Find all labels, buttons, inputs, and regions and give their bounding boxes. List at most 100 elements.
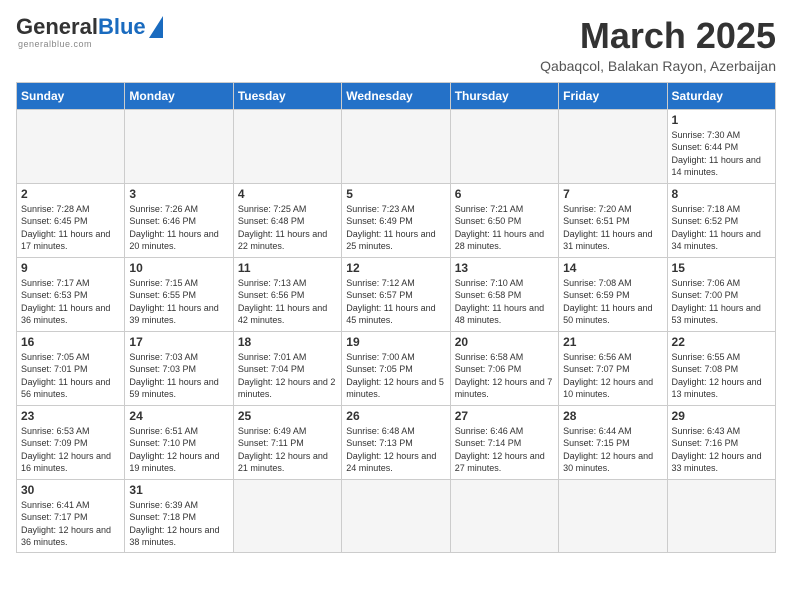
day-info: Sunrise: 7:13 AMSunset: 6:56 PMDaylight:… <box>238 277 337 327</box>
location-title: Qabaqcol, Balakan Rayon, Azerbaijan <box>540 58 776 74</box>
calendar-table: Sunday Monday Tuesday Wednesday Thursday… <box>16 82 776 553</box>
table-row: 13 Sunrise: 7:10 AMSunset: 6:58 PMDayligh… <box>450 257 558 331</box>
day-info: Sunrise: 7:06 AMSunset: 7:00 PMDaylight:… <box>672 277 771 327</box>
logo: General Blue <box>16 16 163 38</box>
table-row <box>342 479 450 552</box>
day-info: Sunrise: 6:51 AMSunset: 7:10 PMDaylight:… <box>129 425 228 475</box>
table-row: 23 Sunrise: 6:53 AMSunset: 7:09 PMDayligh… <box>17 405 125 479</box>
day-info: Sunrise: 7:18 AMSunset: 6:52 PMDaylight:… <box>672 203 771 253</box>
day-info: Sunrise: 6:44 AMSunset: 7:15 PMDaylight:… <box>563 425 662 475</box>
title-area: March 2025 Qabaqcol, Balakan Rayon, Azer… <box>540 16 776 74</box>
day-number: 8 <box>672 187 771 201</box>
day-info: Sunrise: 6:46 AMSunset: 7:14 PMDaylight:… <box>455 425 554 475</box>
day-info: Sunrise: 7:12 AMSunset: 6:57 PMDaylight:… <box>346 277 445 327</box>
day-info: Sunrise: 6:58 AMSunset: 7:06 PMDaylight:… <box>455 351 554 401</box>
table-row: 28 Sunrise: 6:44 AMSunset: 7:15 PMDayligh… <box>559 405 667 479</box>
header-saturday: Saturday <box>667 82 775 109</box>
day-number: 15 <box>672 261 771 275</box>
table-row: 31 Sunrise: 6:39 AMSunset: 7:18 PMDayligh… <box>125 479 233 552</box>
table-row: 16Sunrise: 7:05 AMSunset: 7:01 PMDayligh… <box>17 331 125 405</box>
table-row: 30Sunrise: 6:41 AMSunset: 7:17 PMDayligh… <box>17 479 125 552</box>
header-tuesday: Tuesday <box>233 82 341 109</box>
header-sunday: Sunday <box>17 82 125 109</box>
day-info: Sunrise: 7:17 AMSunset: 6:53 PMDaylight:… <box>21 277 120 327</box>
day-number: 16 <box>21 335 120 349</box>
day-number: 21 <box>563 335 662 349</box>
day-number: 27 <box>455 409 554 423</box>
header-thursday: Thursday <box>450 82 558 109</box>
day-number: 25 <box>238 409 337 423</box>
table-row: 10 Sunrise: 7:15 AMSunset: 6:55 PMDayligh… <box>125 257 233 331</box>
day-number: 30 <box>21 483 120 497</box>
logo-general: General <box>16 16 98 38</box>
day-info: Sunrise: 6:53 AMSunset: 7:09 PMDaylight:… <box>21 425 120 475</box>
day-info: Sunrise: 7:00 AMSunset: 7:05 PMDaylight:… <box>346 351 445 401</box>
day-number: 18 <box>238 335 337 349</box>
day-info: Sunrise: 7:10 AMSunset: 6:58 PMDaylight:… <box>455 277 554 327</box>
day-info: Sunrise: 7:26 AMSunset: 6:46 PMDaylight:… <box>129 203 228 253</box>
table-row: 8 Sunrise: 7:18 AMSunset: 6:52 PMDaylight… <box>667 183 775 257</box>
day-number: 10 <box>129 261 228 275</box>
table-row <box>233 109 341 183</box>
day-number: 2 <box>21 187 120 201</box>
table-row <box>559 479 667 552</box>
table-row: 19Sunrise: 7:00 AMSunset: 7:05 PMDayligh… <box>342 331 450 405</box>
weekday-header-row: Sunday Monday Tuesday Wednesday Thursday… <box>17 82 776 109</box>
day-info: Sunrise: 7:25 AMSunset: 6:48 PMDaylight:… <box>238 203 337 253</box>
day-info: Sunrise: 6:43 AMSunset: 7:16 PMDaylight:… <box>672 425 771 475</box>
day-info: Sunrise: 7:30 AMSunset: 6:44 PMDaylight:… <box>672 129 771 179</box>
table-row: 1 Sunrise: 7:30 AMSunset: 6:44 PMDaylight… <box>667 109 775 183</box>
day-number: 6 <box>455 187 554 201</box>
table-row: 21Sunrise: 6:56 AMSunset: 7:07 PMDayligh… <box>559 331 667 405</box>
table-row <box>17 109 125 183</box>
table-row: 24 Sunrise: 6:51 AMSunset: 7:10 PMDayligh… <box>125 405 233 479</box>
day-info: Sunrise: 6:48 AMSunset: 7:13 PMDaylight:… <box>346 425 445 475</box>
day-number: 26 <box>346 409 445 423</box>
table-row: 29 Sunrise: 6:43 AMSunset: 7:16 PMDayligh… <box>667 405 775 479</box>
table-row <box>342 109 450 183</box>
table-row: 2 Sunrise: 7:28 AMSunset: 6:45 PMDaylight… <box>17 183 125 257</box>
day-number: 17 <box>129 335 228 349</box>
day-number: 4 <box>238 187 337 201</box>
day-number: 3 <box>129 187 228 201</box>
table-row: 26 Sunrise: 6:48 AMSunset: 7:13 PMDayligh… <box>342 405 450 479</box>
month-title: March 2025 <box>540 16 776 56</box>
day-number: 13 <box>455 261 554 275</box>
logo-area: General Blue generalblue.com <box>16 16 163 49</box>
day-number: 1 <box>672 113 771 127</box>
day-info: Sunrise: 6:39 AMSunset: 7:18 PMDaylight:… <box>129 499 228 549</box>
day-info: Sunrise: 7:23 AMSunset: 6:49 PMDaylight:… <box>346 203 445 253</box>
day-number: 12 <box>346 261 445 275</box>
day-number: 31 <box>129 483 228 497</box>
day-number: 7 <box>563 187 662 201</box>
day-number: 28 <box>563 409 662 423</box>
day-info: Sunrise: 7:28 AMSunset: 6:45 PMDaylight:… <box>21 203 120 253</box>
day-number: 5 <box>346 187 445 201</box>
header-friday: Friday <box>559 82 667 109</box>
table-row <box>667 479 775 552</box>
header-monday: Monday <box>125 82 233 109</box>
header-wednesday: Wednesday <box>342 82 450 109</box>
table-row: 4 Sunrise: 7:25 AMSunset: 6:48 PMDaylight… <box>233 183 341 257</box>
day-number: 9 <box>21 261 120 275</box>
day-number: 24 <box>129 409 228 423</box>
day-info: Sunrise: 7:21 AMSunset: 6:50 PMDaylight:… <box>455 203 554 253</box>
day-info: Sunrise: 6:55 AMSunset: 7:08 PMDaylight:… <box>672 351 771 401</box>
table-row: 9 Sunrise: 7:17 AMSunset: 6:53 PMDaylight… <box>17 257 125 331</box>
day-info: Sunrise: 7:15 AMSunset: 6:55 PMDaylight:… <box>129 277 228 327</box>
table-row <box>233 479 341 552</box>
table-row: 5 Sunrise: 7:23 AMSunset: 6:49 PMDaylight… <box>342 183 450 257</box>
day-number: 23 <box>21 409 120 423</box>
table-row: 18 Sunrise: 7:01 AMSunset: 7:04 PMDayligh… <box>233 331 341 405</box>
table-row: 6 Sunrise: 7:21 AMSunset: 6:50 PMDaylight… <box>450 183 558 257</box>
table-row: 27 Sunrise: 6:46 AMSunset: 7:14 PMDayligh… <box>450 405 558 479</box>
day-info: Sunrise: 6:49 AMSunset: 7:11 PMDaylight:… <box>238 425 337 475</box>
day-number: 29 <box>672 409 771 423</box>
header: General Blue generalblue.com March 2025 … <box>16 16 776 74</box>
table-row: 12 Sunrise: 7:12 AMSunset: 6:57 PMDayligh… <box>342 257 450 331</box>
day-number: 14 <box>563 261 662 275</box>
table-row: 20Sunrise: 6:58 AMSunset: 7:06 PMDayligh… <box>450 331 558 405</box>
day-info: Sunrise: 7:01 AMSunset: 7:04 PMDaylight:… <box>238 351 337 401</box>
day-number: 11 <box>238 261 337 275</box>
table-row: 15 Sunrise: 7:06 AMSunset: 7:00 PMDayligh… <box>667 257 775 331</box>
